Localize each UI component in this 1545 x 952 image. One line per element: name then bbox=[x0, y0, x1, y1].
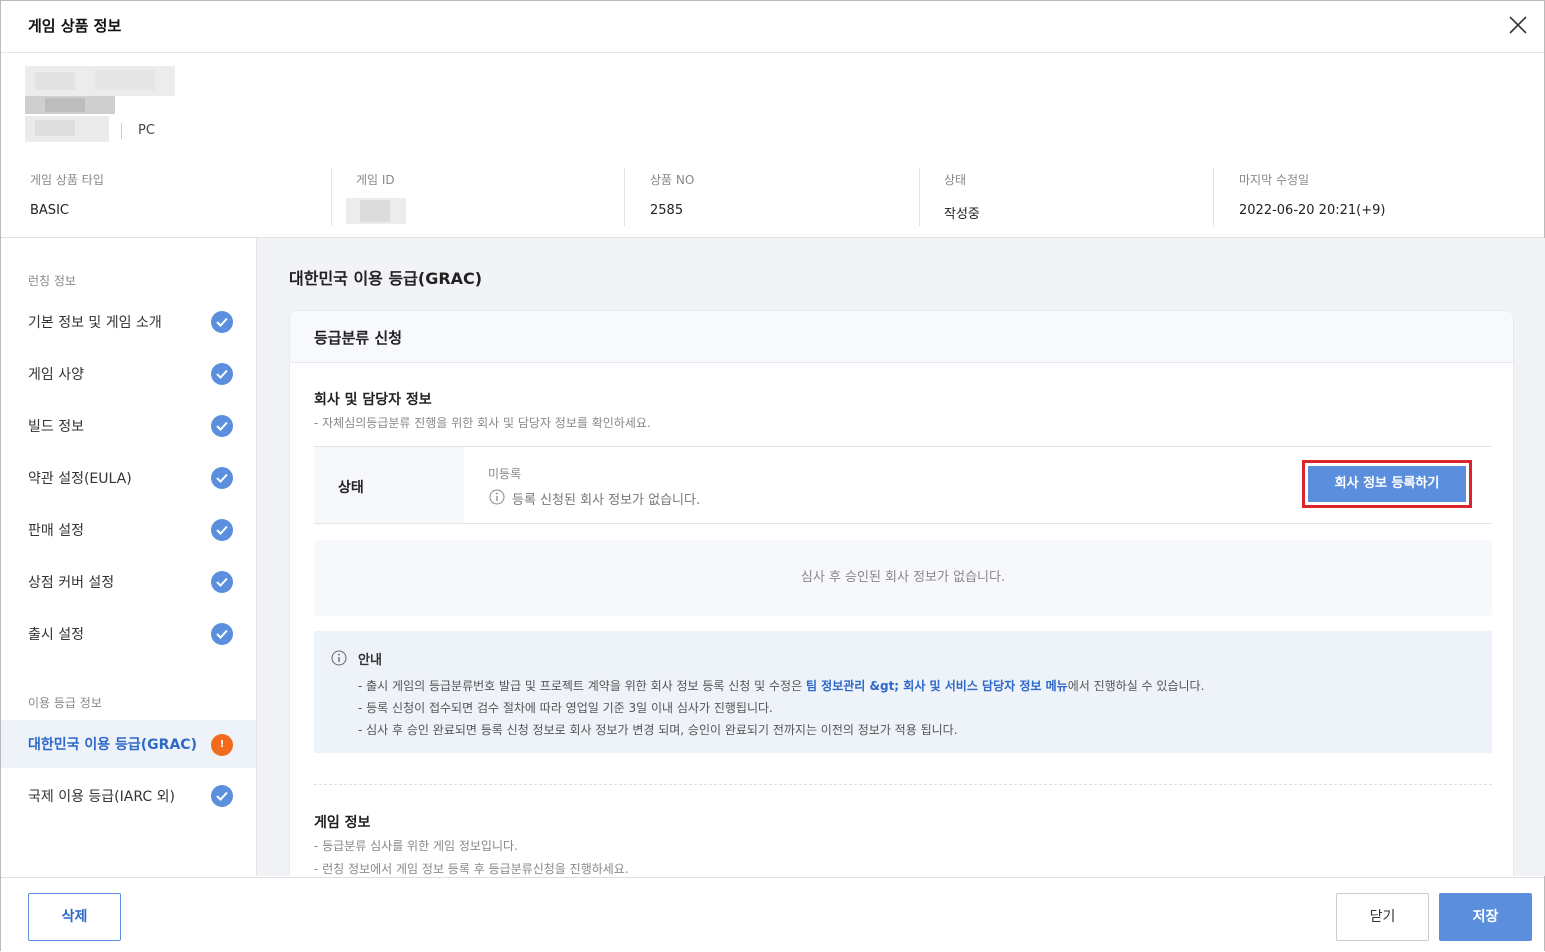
status-key: 상태 bbox=[338, 480, 364, 496]
sidebar-item-label: 판매 설정 bbox=[28, 523, 84, 539]
meta-game-id: 게임 ID bbox=[346, 168, 616, 226]
meta-label: 게임 상품 타입 bbox=[30, 173, 104, 187]
modal-title: 게임 상품 정보 bbox=[28, 17, 122, 35]
sidebar-item-eula[interactable]: 약관 설정(EULA) bbox=[1, 454, 256, 502]
notice-line-1-pre: - 출시 게임의 등급분류번호 발급 및 프로젝트 계약을 위한 회사 정보 등… bbox=[358, 679, 806, 693]
platform-label: PC bbox=[138, 123, 155, 138]
sidebar-item-label: 기본 정보 및 게임 소개 bbox=[28, 315, 162, 331]
sidebar-item-label: 빌드 정보 bbox=[28, 419, 84, 435]
sidebar-item-basic-info[interactable]: 기본 정보 및 게임 소개 bbox=[1, 298, 256, 346]
modal-header: 게임 상품 정보 bbox=[1, 1, 1544, 53]
check-circle-icon bbox=[211, 571, 233, 593]
meta-status: 상태 작성중 bbox=[944, 168, 1204, 226]
close-button[interactable]: 닫기 bbox=[1336, 893, 1429, 941]
register-company-button[interactable]: 회사 정보 등록하기 bbox=[1302, 460, 1472, 508]
check-circle-icon bbox=[211, 363, 233, 385]
sidebar-nav: 런칭 정보 기본 정보 및 게임 소개 게임 사양 빌드 정보 약관 설정(EU… bbox=[1, 238, 257, 876]
sidebar-item-label: 게임 사양 bbox=[28, 367, 84, 383]
sidebar-section-launch: 런칭 정보 bbox=[28, 274, 76, 288]
warning-icon: ! bbox=[211, 734, 233, 756]
sidebar-item-label: 출시 설정 bbox=[28, 627, 84, 643]
approved-company-empty: 심사 후 승인된 회사 정보가 없습니다. bbox=[314, 540, 1492, 616]
card-header: 등급분류 신청 bbox=[290, 311, 1513, 363]
status-value: 미등록 bbox=[488, 467, 522, 481]
sidebar-item-grac[interactable]: 대한민국 이용 등급(GRAC) ! bbox=[1, 720, 256, 768]
sidebar-section-rating: 이용 등급 정보 bbox=[28, 696, 102, 710]
sidebar-item-store-cover[interactable]: 상점 커버 설정 bbox=[1, 558, 256, 606]
company-info-title: 회사 및 담당자 정보 bbox=[314, 392, 432, 408]
sidebar-item-release[interactable]: 출시 설정 bbox=[1, 610, 256, 658]
team-info-link[interactable]: 팀 정보관리 &gt; 회사 및 서비스 담당자 정보 메뉴 bbox=[806, 679, 1068, 693]
sidebar-item-label: 약관 설정(EULA) bbox=[28, 471, 132, 487]
meta-value: 작성중 bbox=[944, 207, 980, 222]
company-status-row: 상태 미등록 등록 신청된 회사 정보가 없습니다. 회사 정보 등록하기 bbox=[314, 446, 1492, 524]
sidebar-item-game-spec[interactable]: 게임 사양 bbox=[1, 350, 256, 398]
sidebar-item-label: 대한민국 이용 등급(GRAC) bbox=[28, 737, 197, 753]
delete-button[interactable]: 삭제 bbox=[28, 893, 121, 941]
product-meta: 게임 상품 타입 BASIC 게임 ID 상품 NO 2585 상태 작성중 마… bbox=[1, 168, 1544, 226]
status-note: 등록 신청된 회사 정보가 없습니다. bbox=[512, 493, 701, 508]
check-circle-icon bbox=[211, 415, 233, 437]
save-button[interactable]: 저장 bbox=[1439, 893, 1532, 941]
rating-application-card: 등급분류 신청 회사 및 담당자 정보 - 자체심의등급분류 진행을 위한 회사… bbox=[289, 310, 1514, 876]
check-circle-icon bbox=[211, 467, 233, 489]
meta-last-modified: 마지막 수정일 2022-06-20 20:21(+9) bbox=[1239, 168, 1519, 226]
meta-divider bbox=[919, 168, 920, 226]
meta-label: 상품 NO bbox=[650, 173, 695, 187]
sidebar-item-iarc[interactable]: 국제 이용 등급(IARC 외) bbox=[1, 772, 256, 820]
meta-value: BASIC bbox=[30, 203, 69, 218]
notice-line-2: - 등록 신청이 접수되면 검수 절차에 따라 영업일 기준 3일 이내 심사가… bbox=[358, 701, 773, 715]
meta-divider bbox=[1213, 168, 1214, 226]
notice-line-1: - 출시 게임의 등급분류번호 발급 및 프로젝트 계약을 위한 회사 정보 등… bbox=[358, 677, 1204, 694]
status-key-cell: 상태 bbox=[314, 447, 464, 523]
sidebar-item-build-info[interactable]: 빌드 정보 bbox=[1, 402, 256, 450]
product-summary: PC 게임 상품 타입 BASIC 게임 ID 상품 NO 2585 상태 작성… bbox=[1, 53, 1544, 238]
meta-product-type: 게임 상품 타입 BASIC bbox=[30, 168, 320, 226]
check-circle-icon bbox=[211, 311, 233, 333]
notice-line-3: - 심사 후 승인 완료되면 등록 신청 정보로 회사 정보가 변경 되며, 승… bbox=[358, 723, 958, 737]
card-title: 등급분류 신청 bbox=[314, 329, 403, 347]
meta-value: 2585 bbox=[650, 203, 684, 218]
meta-value: 2022-06-20 20:21(+9) bbox=[1239, 203, 1386, 218]
meta-label: 마지막 수정일 bbox=[1239, 173, 1310, 187]
meta-label: 상태 bbox=[944, 173, 967, 187]
check-circle-icon bbox=[211, 519, 233, 541]
sidebar-item-sales[interactable]: 판매 설정 bbox=[1, 506, 256, 554]
meta-divider bbox=[331, 168, 332, 226]
modal-footer: 삭제 닫기 저장 bbox=[1, 877, 1544, 952]
notice-line-1-post: 에서 진행하실 수 있습니다. bbox=[1067, 679, 1205, 693]
check-circle-icon bbox=[211, 623, 233, 645]
company-info-desc: - 자체심의등급분류 진행을 위한 회사 및 담당자 정보를 확인하세요. bbox=[314, 416, 651, 430]
platform-separator bbox=[121, 123, 122, 139]
notice-box: 안내 - 출시 게임의 등급분류번호 발급 및 프로젝트 계약을 위한 회사 정… bbox=[314, 631, 1492, 753]
game-info-title: 게임 정보 bbox=[314, 815, 371, 831]
info-icon bbox=[331, 650, 347, 670]
game-info-desc-1: - 등급분류 심사를 위한 게임 정보입니다. bbox=[314, 839, 518, 853]
section-divider bbox=[314, 784, 1492, 785]
sidebar-item-label: 상점 커버 설정 bbox=[28, 575, 115, 591]
main-content: 대한민국 이용 등급(GRAC) 등급분류 신청 회사 및 담당자 정보 - 자… bbox=[257, 238, 1545, 876]
game-info-desc-2: - 런칭 정보에서 게임 정보 등록 후 등급분류신청을 진행하세요. bbox=[314, 862, 629, 876]
meta-label: 게임 ID bbox=[356, 173, 395, 187]
sidebar-item-label: 국제 이용 등급(IARC 외) bbox=[28, 789, 175, 805]
info-icon bbox=[489, 489, 505, 509]
section-title: 대한민국 이용 등급(GRAC) bbox=[289, 269, 483, 288]
notice-title: 안내 bbox=[358, 653, 382, 668]
meta-product-no: 상품 NO 2585 bbox=[650, 168, 910, 226]
close-icon[interactable] bbox=[1506, 13, 1530, 37]
register-company-label: 회사 정보 등록하기 bbox=[1308, 466, 1466, 502]
game-product-modal: 게임 상품 정보 PC 게임 상품 타입 BASIC 게임 ID 상품 NO 2… bbox=[0, 0, 1545, 952]
meta-divider bbox=[624, 168, 625, 226]
check-circle-icon bbox=[211, 785, 233, 807]
blurred-game-id bbox=[346, 198, 406, 224]
